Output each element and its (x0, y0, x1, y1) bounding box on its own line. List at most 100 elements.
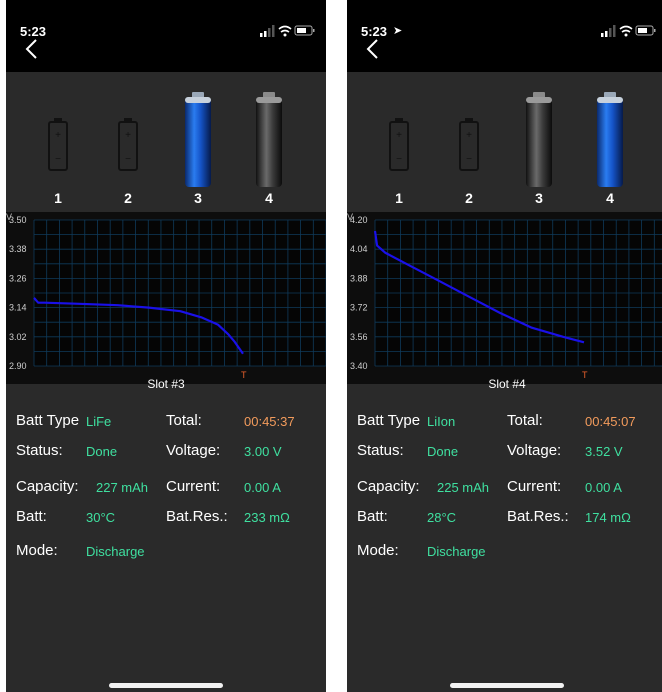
info-value: 0.00 A (244, 480, 281, 495)
info-value: LiFe (86, 414, 112, 429)
info-label: Capacity: (16, 478, 79, 495)
info-value: 00:45:07 (585, 414, 636, 429)
info-label: Bat.Res.: (166, 508, 228, 525)
info-value: 30°C (86, 510, 116, 525)
battery-slot-number: 2 (465, 190, 473, 206)
y-tick-label: 3.56 (350, 332, 368, 342)
y-tick-label: 4.04 (350, 244, 368, 254)
y-tick-label: 2.90 (9, 361, 27, 371)
info-value: 174 mΩ (585, 510, 631, 525)
voltage-chart: V 3.50 3.38 3.26 3.14 3.02 2.90 T (6, 212, 326, 384)
info-value: 28°C (427, 510, 457, 525)
info-label: Total: (507, 412, 543, 429)
info-label: Mode: (357, 542, 399, 559)
info-label: Batt Type (16, 412, 80, 429)
info-value: 00:45:37 (244, 414, 295, 429)
info-row: Status: Done Voltage: 3.52 V (347, 442, 662, 464)
battery-slot-number: 3 (535, 190, 543, 206)
battery-slot-number: 3 (194, 190, 202, 206)
battery-slots: + −1 + −2 3 4 (6, 90, 326, 210)
y-tick-label: 3.02 (9, 332, 27, 342)
status-bar: 5:23 (6, 0, 326, 72)
back-chevron-icon[interactable] (24, 38, 40, 60)
info-row: Capacity: 227 mAh Current: 0.00 A (6, 478, 326, 500)
svg-text:−: − (125, 154, 131, 165)
home-indicator[interactable] (109, 683, 223, 688)
info-label: Batt: (16, 508, 47, 525)
y-tick-label: 3.72 (350, 303, 368, 313)
info-row: Status: Done Voltage: 3.00 V (6, 442, 326, 464)
info-row: Mode: Discharge (347, 542, 662, 564)
location-arrow-icon: ➤ (393, 25, 403, 37)
status-time: 5:23 (20, 24, 47, 39)
y-tick-label: 3.40 (350, 361, 368, 371)
back-chevron-icon[interactable] (365, 38, 381, 60)
svg-text:+: + (466, 130, 472, 141)
battery-slot-number: 2 (124, 190, 132, 206)
battery-status-icon (294, 25, 315, 36)
y-tick-label: 3.38 (9, 244, 27, 254)
info-row: Mode: Discharge (6, 542, 326, 564)
info-label: Batt Type (357, 412, 421, 429)
y-tick-label: 3.50 (9, 215, 27, 225)
info-value: Discharge (86, 544, 145, 559)
battery-slot-1-icon[interactable]: + − (384, 100, 414, 200)
info-value: Done (427, 444, 459, 459)
info-row: Batt Type LiIon Total: 00:45:07 (347, 412, 662, 434)
info-label: Capacity: (357, 478, 420, 495)
battery-slot-number: 4 (265, 190, 273, 206)
y-tick-label: 3.14 (9, 303, 27, 313)
screen-slot-3: 5:23 + −1 + −2 3 4 V 3.50 3.38 3.26 3.14 3.02 2.90 T Sl… (6, 0, 326, 692)
info-label: Status: (357, 442, 404, 459)
battery-slot-1-icon[interactable]: + − (43, 100, 73, 200)
battery-slot-number: 1 (395, 190, 403, 206)
battery-slots: + −1 + −2 3 4 (347, 90, 662, 210)
system-status-icons (260, 24, 316, 38)
status-bar: 5:23 ➤ (347, 0, 662, 72)
info-value: Discharge (427, 544, 486, 559)
battery-slot-3-icon[interactable] (183, 90, 213, 190)
info-value: LiIon (427, 414, 456, 429)
status-time: 5:23 (361, 24, 388, 39)
info-label: Voltage: (166, 442, 221, 459)
info-label: Bat.Res.: (507, 508, 569, 525)
info-value: Done (86, 444, 118, 459)
info-label: Status: (16, 442, 63, 459)
info-row: Capacity: 225 mAh Current: 0.00 A (347, 478, 662, 500)
home-indicator[interactable] (450, 683, 564, 688)
svg-text:−: − (55, 154, 61, 165)
info-row: Batt: 30°C Bat.Res.: 233 mΩ (6, 508, 326, 530)
slot-title: Slot #3 (147, 377, 185, 391)
info-label: Total: (166, 412, 202, 429)
svg-text:+: + (396, 130, 402, 141)
info-value: 3.00 V (244, 444, 282, 459)
info-row: Batt Type LiFe Total: 00:45:37 (6, 412, 326, 434)
battery-slot-2-icon[interactable]: + − (454, 100, 484, 200)
signal-icon (601, 25, 616, 37)
battery-slot-3-icon[interactable] (524, 90, 554, 190)
info-label: Voltage: (507, 442, 562, 459)
system-status-icons (601, 24, 657, 38)
y-tick-label: 4.20 (350, 215, 368, 225)
battery-slot-4-icon[interactable] (254, 90, 284, 190)
y-tick-label: 3.88 (350, 273, 368, 283)
battery-slot-2-icon[interactable]: + − (113, 100, 143, 200)
battery-slot-number: 4 (606, 190, 614, 206)
svg-text:−: − (466, 154, 472, 165)
info-value: 227 mAh (96, 480, 149, 495)
info-label: Batt: (357, 508, 388, 525)
info-value: 3.52 V (585, 444, 623, 459)
battery-slot-number: 1 (54, 190, 62, 206)
battery-slot-4-icon[interactable] (595, 90, 625, 190)
info-value: 233 mΩ (244, 510, 290, 525)
battery-status-icon (635, 25, 656, 36)
wifi-icon (278, 25, 292, 37)
slot-title: Slot #4 (488, 377, 526, 391)
info-row: Batt: 28°C Bat.Res.: 174 mΩ (347, 508, 662, 530)
info-value: 0.00 A (585, 480, 622, 495)
wifi-icon (619, 25, 633, 37)
svg-text:−: − (396, 154, 402, 165)
info-label: Mode: (16, 542, 58, 559)
screen-slot-4: 5:23 ➤ + −1 + −2 3 4 V 4.20 4.04 3.88 3.72 3.56 3.40 T S… (347, 0, 662, 692)
info-value: 225 mAh (437, 480, 490, 495)
